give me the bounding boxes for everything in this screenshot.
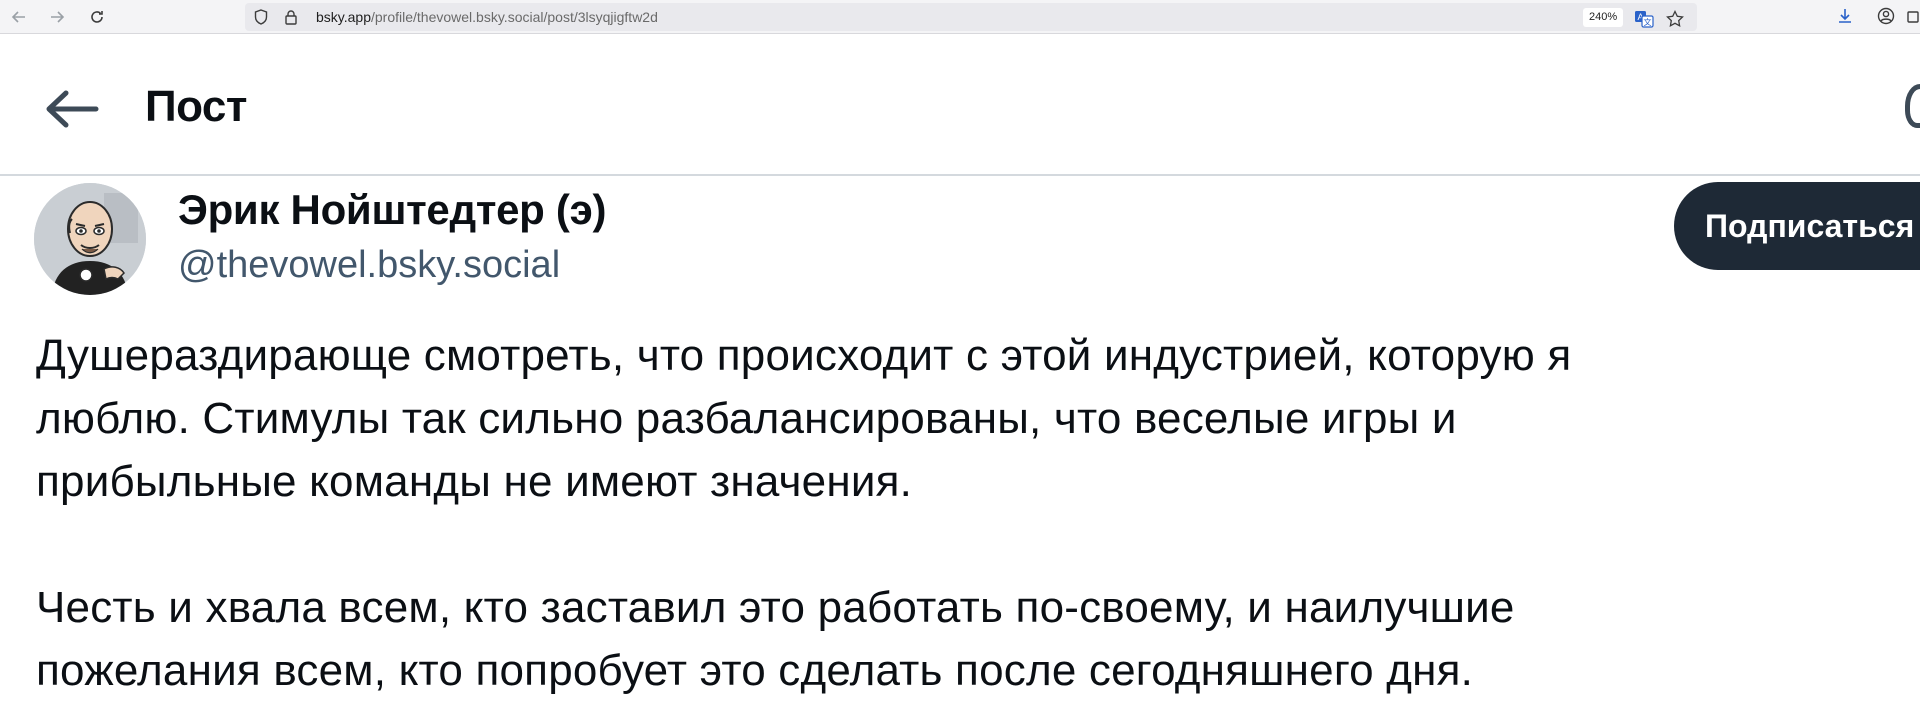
lock-icon[interactable] (282, 8, 300, 26)
url-host: bsky.app (316, 9, 371, 25)
reload-icon[interactable] (86, 6, 108, 28)
follow-button[interactable]: Подписаться (1674, 182, 1920, 270)
account-icon[interactable] (1875, 5, 1897, 27)
post-text-line: прибыльные команды не имеют значения. (36, 457, 913, 506)
post-text-line: Честь и хвала всем, кто заставил это раб… (36, 583, 1515, 632)
author-name[interactable]: Эрик Нойштедтер (э) (178, 186, 606, 234)
url-text[interactable]: bsky.app/profile/thevowel.bsky.social/po… (316, 9, 658, 25)
extensions-icon[interactable] (1903, 5, 1920, 27)
page-title: Пост (145, 82, 247, 131)
back-arrow-icon[interactable] (8, 6, 30, 28)
bookmark-star-icon[interactable] (1664, 8, 1686, 30)
author-handle[interactable]: @thevowel.bsky.social (178, 244, 560, 287)
browser-toolbar: bsky.app/profile/thevowel.bsky.social/po… (0, 0, 1920, 34)
shield-icon[interactable] (252, 8, 270, 26)
translate-icon[interactable]: A文 (1633, 8, 1655, 30)
url-path: /profile/thevowel.bsky.social/post/3lsyq… (371, 9, 658, 25)
arrow-left-icon (46, 90, 99, 128)
address-bar[interactable]: bsky.app/profile/thevowel.bsky.social/po… (245, 3, 1697, 31)
post-text-line: пожелания всем, кто попробует это сделат… (36, 646, 1474, 695)
post-text-line: Душераздирающе смотреть, что происходит … (36, 331, 1572, 380)
post-text-line: люблю. Стимулы так сильно разбалансирова… (36, 394, 1457, 443)
app-header: Пост (0, 34, 1920, 176)
zoom-level-badge[interactable]: 240% (1583, 8, 1624, 27)
header-action-icon[interactable] (1905, 84, 1920, 128)
back-button[interactable] (40, 84, 104, 134)
download-icon[interactable] (1834, 5, 1856, 27)
svg-text:文: 文 (1644, 17, 1652, 27)
avatar[interactable] (34, 183, 146, 295)
forward-arrow-icon[interactable] (46, 6, 68, 28)
author-avatar-icon (34, 183, 146, 295)
